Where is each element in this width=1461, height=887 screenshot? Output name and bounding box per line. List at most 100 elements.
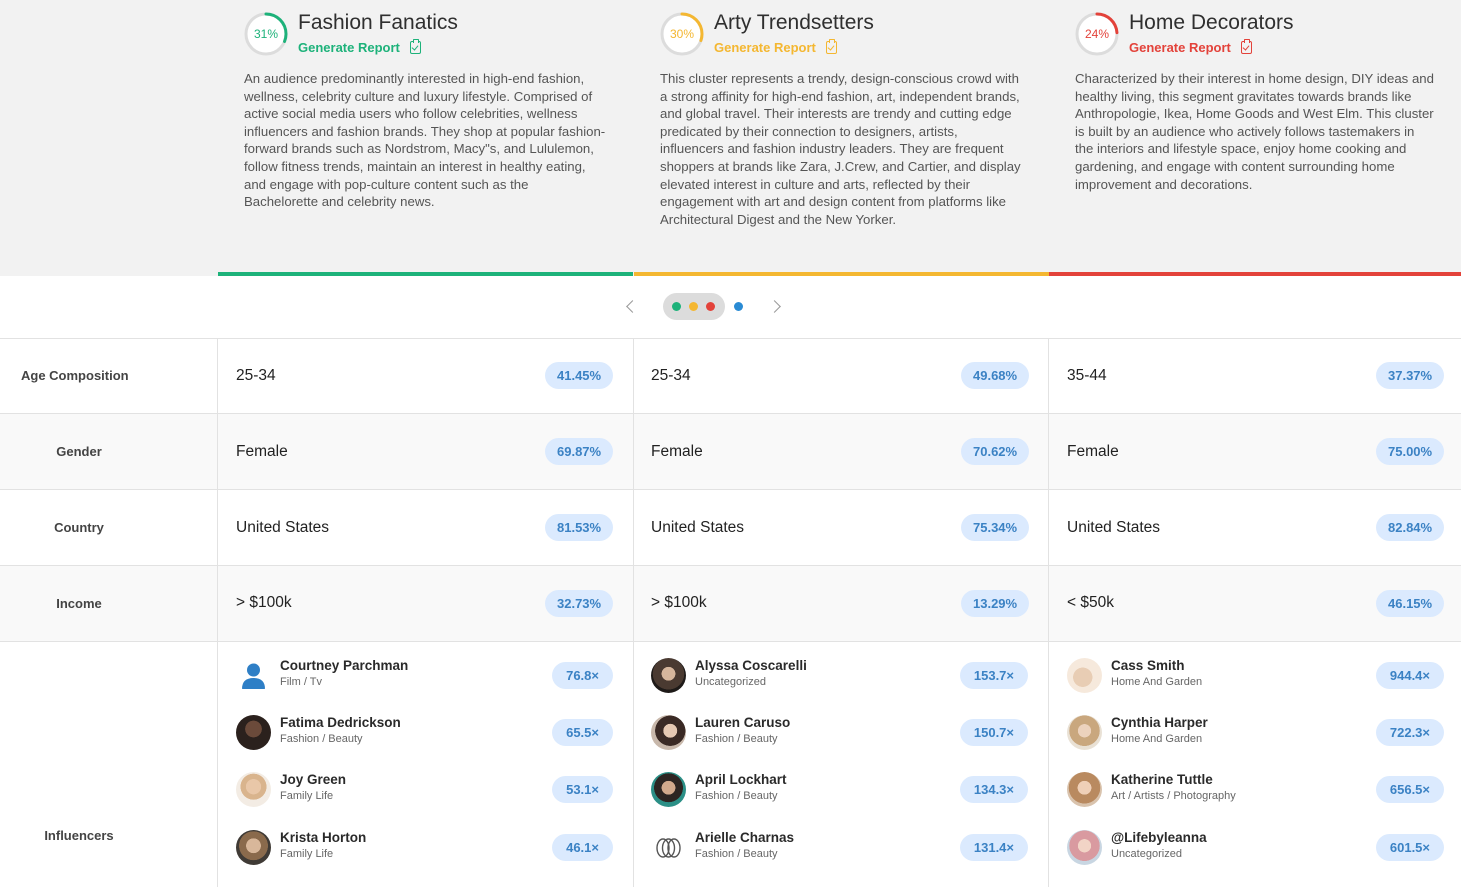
influencer-score: 53.1× xyxy=(552,776,613,803)
page-dot-blue[interactable] xyxy=(734,302,743,311)
influencer-item[interactable]: Katherine Tuttle Art / Artists / Photogr… xyxy=(1067,770,1461,810)
generate-report-link[interactable]: Generate Report xyxy=(1129,39,1252,55)
cluster-title: Fashion Fanatics xyxy=(298,11,458,34)
row-gender: Gender Female 69.87% Female 70.62% Femal… xyxy=(0,414,1461,489)
row-label: Income xyxy=(56,596,102,611)
influencer-category: Art / Artists / Photography xyxy=(1111,790,1236,802)
column-divider xyxy=(1048,338,1049,887)
influencer-item[interactable]: Lauren Caruso Fashion / Beauty 150.7× xyxy=(651,713,1046,753)
cell-value: United States xyxy=(236,519,330,536)
page-dot-red[interactable] xyxy=(706,302,715,311)
pct-badge: 69.87% xyxy=(545,438,614,465)
influencer-name[interactable]: Courtney Parchman xyxy=(280,658,408,673)
avatar-photo xyxy=(236,830,271,865)
pct-badge: 81.53% xyxy=(545,514,614,541)
generate-report-label: Generate Report xyxy=(1129,40,1231,55)
carousel-pager xyxy=(0,292,1461,322)
influencer-name[interactable]: April Lockhart xyxy=(695,772,787,787)
influencer-item[interactable]: Alyssa Coscarelli Uncategorized 153.7× xyxy=(651,656,1046,696)
cluster-title: Arty Trendsetters xyxy=(714,11,874,34)
influencer-name[interactable]: Alyssa Coscarelli xyxy=(695,658,807,673)
cluster-percent-ring: 30% xyxy=(660,12,704,56)
cell-value: United States xyxy=(1067,519,1161,536)
cluster-percent-ring: 31% xyxy=(244,12,288,56)
influencer-name[interactable]: Katherine Tuttle xyxy=(1111,772,1213,787)
influencer-score: 76.8× xyxy=(552,662,613,689)
avatar-photo xyxy=(1067,715,1102,750)
influencer-name[interactable]: Krista Horton xyxy=(280,830,366,845)
influencer-item[interactable]: Cynthia Harper Home And Garden 722.3× xyxy=(1067,713,1461,753)
active-page-pill[interactable] xyxy=(663,293,725,320)
influencer-name[interactable]: Cass Smith xyxy=(1111,658,1185,673)
influencer-category: Fashion / Beauty xyxy=(695,848,778,860)
cluster-color-bar xyxy=(218,272,633,276)
clipboard-check-icon xyxy=(825,39,837,54)
cluster-card-arty-trendsetters[interactable]: 30% Arty Trendsetters Generate Report Th… xyxy=(634,0,1049,276)
row-label: Gender xyxy=(56,444,102,459)
logo-avatar xyxy=(651,830,686,865)
pct-badge: 75.34% xyxy=(961,514,1030,541)
cluster-card-home-decorators[interactable]: 24% Home Decorators Generate Report Char… xyxy=(1049,0,1461,276)
influencer-name[interactable]: Fatima Dedrickson xyxy=(280,715,401,730)
influencer-name[interactable]: Joy Green xyxy=(280,772,346,787)
cluster-card-fashion-fanatics[interactable]: 31% Fashion Fanatics Generate Report An … xyxy=(218,0,633,276)
influencer-score: 65.5× xyxy=(552,719,613,746)
avatar-photo xyxy=(236,772,271,807)
influencer-name[interactable]: Arielle Charnas xyxy=(695,830,794,845)
cell-value: < $50k xyxy=(1067,594,1114,611)
influencer-name[interactable]: Lauren Caruso xyxy=(695,715,790,730)
influencer-score: 150.7× xyxy=(959,719,1028,746)
influencer-item[interactable]: @Lifebyleanna Uncategorized 601.5× xyxy=(1067,828,1461,868)
clipboard-check-icon xyxy=(409,39,421,54)
avatar-photo xyxy=(1067,658,1102,693)
influencer-item[interactable]: Fatima Dedrickson Fashion / Beauty 65.5× xyxy=(236,713,631,753)
cluster-description: An audience predominantly interested in … xyxy=(244,71,606,210)
influencer-score: 131.4× xyxy=(959,834,1028,861)
pct-badge: 37.37% xyxy=(1376,362,1445,389)
influencer-category: Home And Garden xyxy=(1111,676,1203,688)
influencer-item[interactable]: April Lockhart Fashion / Beauty 134.3× xyxy=(651,770,1046,810)
cluster-percent: 24% xyxy=(1084,27,1110,41)
influencer-category: Home And Garden xyxy=(1111,733,1203,745)
avatar-photo xyxy=(651,772,686,807)
generate-report-link[interactable]: Generate Report xyxy=(714,39,837,55)
chevron-left-icon[interactable] xyxy=(626,300,639,313)
influencer-name[interactable]: @Lifebyleanna xyxy=(1111,830,1207,845)
row-country: Country United States 81.53% United Stat… xyxy=(0,490,1461,565)
pct-badge: 41.45% xyxy=(545,362,614,389)
influencer-name[interactable]: Cynthia Harper xyxy=(1111,715,1208,730)
cluster-description: Characterized by their interest in home … xyxy=(1075,71,1434,192)
chevron-right-icon[interactable] xyxy=(768,300,781,313)
pct-badge: 70.62% xyxy=(961,438,1030,465)
generate-report-link[interactable]: Generate Report xyxy=(298,39,421,55)
page-dot-green[interactable] xyxy=(672,302,681,311)
influencer-item[interactable]: Arielle Charnas Fashion / Beauty 131.4× xyxy=(651,828,1046,868)
influencer-category: Family Life xyxy=(280,790,334,802)
cluster-description: This cluster represents a trendy, design… xyxy=(660,71,1021,227)
column-divider xyxy=(217,338,218,887)
influencer-score: 46.1× xyxy=(552,834,613,861)
influencer-score: 153.7× xyxy=(959,662,1028,689)
influencer-category: Uncategorized xyxy=(1111,848,1182,860)
cell-value: Female xyxy=(651,443,703,460)
cluster-percent: 30% xyxy=(669,27,695,41)
cluster-percent: 31% xyxy=(253,27,279,41)
influencer-category: Fashion / Beauty xyxy=(280,733,363,745)
page-dot-yellow[interactable] xyxy=(689,302,698,311)
avatar-photo xyxy=(651,658,686,693)
cell-value: Female xyxy=(1067,443,1119,460)
influencer-item[interactable]: Krista Horton Family Life 46.1× xyxy=(236,828,631,868)
cell-value: 25-34 xyxy=(651,367,691,384)
influencer-item[interactable]: Cass Smith Home And Garden 944.4× xyxy=(1067,656,1461,696)
cell-value: 25-34 xyxy=(236,367,276,384)
influencer-item[interactable]: Joy Green Family Life 53.1× xyxy=(236,770,631,810)
cell-value: > $100k xyxy=(236,594,292,611)
cluster-percent-ring: 24% xyxy=(1075,12,1119,56)
row-influencers: Influencers Courtney Parchman Film / Tv … xyxy=(0,642,1461,887)
influencer-category: Uncategorized xyxy=(695,676,766,688)
influencer-score: 601.5× xyxy=(1375,834,1444,861)
influencer-score: 944.4× xyxy=(1375,662,1444,689)
generate-report-label: Generate Report xyxy=(298,40,400,55)
influencer-item[interactable]: Courtney Parchman Film / Tv 76.8× xyxy=(236,656,631,696)
avatar-photo xyxy=(236,715,271,750)
